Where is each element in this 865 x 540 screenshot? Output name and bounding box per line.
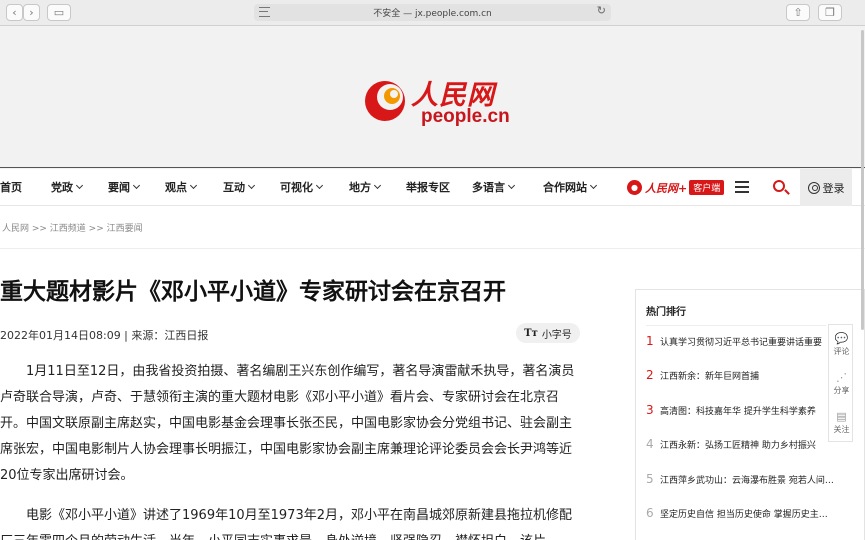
- article-meta: 2022年01月14日08:09 | 来源：江西日报: [0, 329, 209, 342]
- follow-icon: ▤: [836, 410, 847, 423]
- list-item[interactable]: 1 认真学习贯彻习近平总书记重要讲话重要: [646, 331, 822, 351]
- comment-icon: 💬: [834, 332, 849, 345]
- chevron-down-icon: [189, 181, 198, 190]
- font-size-toggle[interactable]: Tт 小字号: [516, 323, 580, 343]
- hot-ranking-title: 热门排行: [646, 307, 686, 318]
- main-nav: 首页 党政 要闻 观点 互动 可视化 地方 举报专区 多语言 合作网站 ● 人民…: [0, 169, 865, 206]
- hot-ranking-divider: [646, 325, 826, 326]
- reload-icon[interactable]: ↻: [597, 4, 606, 17]
- sidebar-icon: ▭: [53, 6, 65, 19]
- search-icon[interactable]: [773, 180, 785, 192]
- people-logo-icon: ●: [627, 180, 642, 195]
- breadcrumb-divider: [0, 248, 865, 249]
- list-item[interactable]: 4 江西永新：弘扬工匠精神 助力乡村振兴: [646, 434, 816, 454]
- share-icon: ⇧: [793, 6, 803, 19]
- nav-hezuo[interactable]: 合作网站: [543, 169, 598, 206]
- floating-tools: 💬 评论 ⋰ 分享 ▤ 关注: [828, 324, 853, 442]
- tabs-icon: ❐: [825, 6, 835, 19]
- logo-swirl-icon: [365, 81, 405, 121]
- chevron-left-icon: ‹: [12, 6, 17, 19]
- menu-icon[interactable]: [735, 181, 749, 193]
- nav-jubao[interactable]: 举报专区: [406, 169, 450, 206]
- user-icon: [807, 181, 820, 194]
- login-button[interactable]: 登录: [800, 169, 852, 206]
- nav-hudong[interactable]: 互动: [223, 169, 256, 206]
- client-logo-text: 人民网+: [645, 181, 688, 195]
- client-tag: 客户端: [689, 180, 725, 195]
- nav-yaowen[interactable]: 要闻: [108, 169, 141, 206]
- sidebar-toggle-button[interactable]: ▭: [47, 4, 71, 21]
- nav-keshihua[interactable]: 可视化: [280, 169, 324, 206]
- list-item[interactable]: 5 江西萍乡武功山：云海瀑布胜景 宛若人间…: [646, 469, 834, 489]
- nav-dangzheng[interactable]: 党政: [51, 169, 84, 206]
- address-bar[interactable]: 不安全 — jx.people.com.cn ↻: [254, 4, 611, 21]
- tabs-button[interactable]: ❐: [818, 4, 842, 21]
- share-button[interactable]: ⇧: [786, 4, 810, 21]
- share-icon: ⋰: [836, 371, 847, 384]
- chevron-right-icon: ›: [29, 6, 34, 19]
- nav-guandian[interactable]: 观点: [165, 169, 198, 206]
- forward-button[interactable]: ›: [23, 4, 40, 21]
- chevron-down-icon: [315, 181, 324, 190]
- main-content: 人民网 >> 江西频道 >> 江西要闻 重大题材影片《邓小平小道》专家研讨会在京…: [0, 206, 865, 540]
- logo-en-text: people.cn: [421, 106, 510, 127]
- site-logo[interactable]: 人民网 people.cn: [361, 71, 511, 131]
- breadcrumb[interactable]: 人民网 >> 江西频道 >> 江西要闻: [2, 221, 143, 234]
- share-article-button[interactable]: ⋰ 分享: [829, 364, 854, 403]
- address-text: 不安全 — jx.people.com.cn: [373, 9, 492, 19]
- back-button[interactable]: ‹: [6, 4, 23, 21]
- login-label: 登录: [822, 181, 845, 195]
- list-item[interactable]: 3 高清图：科技嘉年华 提升学生科学素养: [646, 400, 816, 420]
- comment-button[interactable]: 💬 评论: [829, 325, 854, 364]
- chevron-down-icon: [507, 181, 516, 190]
- chevron-down-icon: [589, 181, 598, 190]
- chevron-down-icon: [373, 181, 382, 190]
- chevron-down-icon: [247, 181, 256, 190]
- list-item[interactable]: 2 江西新余：新年巨网首捕: [646, 365, 759, 385]
- nav-home[interactable]: 首页: [0, 169, 22, 206]
- chevron-down-icon: [75, 181, 84, 190]
- list-item[interactable]: 6 坚定历史自信 担当历史使命 掌握历史主…: [646, 503, 828, 523]
- reader-icon[interactable]: [259, 7, 270, 17]
- scrollbar[interactable]: [861, 30, 864, 330]
- client-app-link[interactable]: ● 人民网+ 客户端: [627, 179, 725, 196]
- chevron-down-icon: [132, 181, 141, 190]
- follow-button[interactable]: ▤ 关注: [829, 403, 854, 442]
- browser-toolbar: ‹ › ▭ 不安全 — jx.people.com.cn ↻ ⇧ ❐: [0, 0, 865, 26]
- nav-duoyuyan[interactable]: 多语言: [472, 169, 516, 206]
- article-title: 重大题材影片《邓小平小道》专家研讨会在京召开: [0, 279, 506, 305]
- article-paragraph: 1月11日至12日，由我省投资拍摄、著名编剧王兴东创作编写，著名导演雷献禾执导，…: [0, 364, 575, 483]
- nav-difang[interactable]: 地方: [349, 169, 382, 206]
- article-paragraph: 电影《邓小平小道》讲述了1969年10月至1973年2月，邓小平在南昌城郊原新建…: [0, 508, 572, 540]
- font-size-icon: Tт: [524, 327, 538, 339]
- site-header: 人民网 people.cn: [0, 27, 865, 168]
- font-size-label: 小字号: [541, 329, 572, 341]
